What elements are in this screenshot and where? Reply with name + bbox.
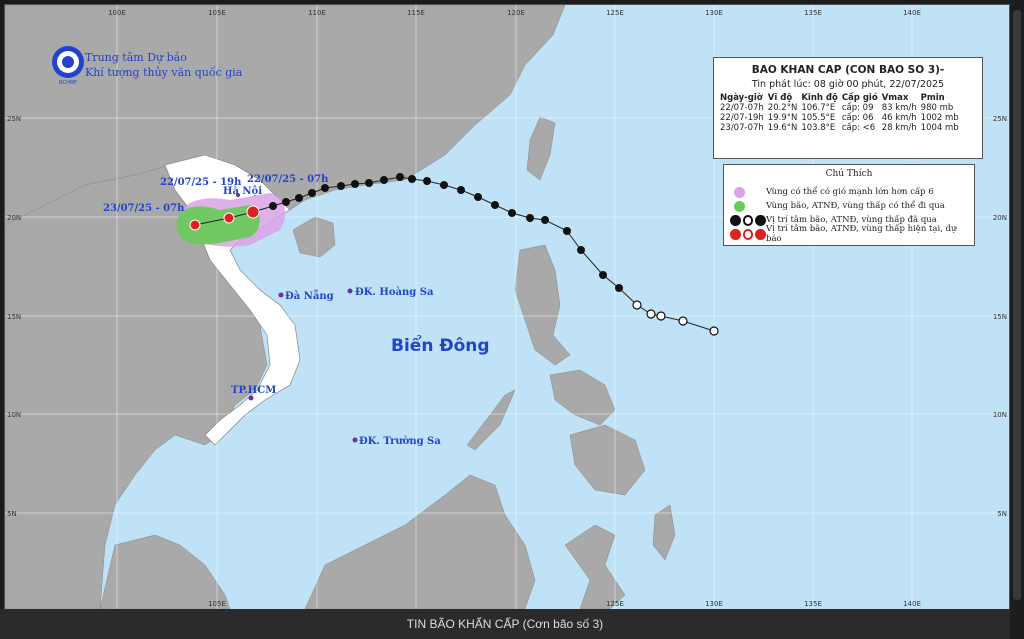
legend-item-wind: Vùng có thể có gió mạnh lớn hơn cấp 6 bbox=[730, 185, 934, 199]
cell: 19.6°N bbox=[767, 123, 798, 133]
hoang-sa-dot bbox=[347, 288, 353, 294]
table-row: 22/07-19h 19.9°N 105.5°E cấp: 06 46 km/h… bbox=[720, 113, 963, 123]
label-bien-dong: Biển Đông bbox=[391, 334, 490, 356]
da-nang-dot bbox=[278, 292, 284, 298]
legend-label: Vùng có thể có gió mạnh lớn hơn cấp 6 bbox=[766, 187, 934, 197]
cell: 19.9°N bbox=[767, 113, 798, 123]
header-time: Ngày-giờ bbox=[720, 93, 763, 103]
table-row: 22/07-07h 20.2°N 106.7°E cấp: 09 83 km/h… bbox=[720, 103, 963, 113]
legend-label: Vùng bão, ATNĐ, vùng thấp có thể đi qua bbox=[766, 201, 945, 211]
cell: cấp: <6 bbox=[841, 123, 876, 133]
lon-label-bottom-105: 105E bbox=[208, 600, 226, 608]
lon-label-bottom-130: 130E bbox=[705, 600, 723, 608]
forecast-symbols-icon bbox=[730, 228, 767, 240]
lat-label-20-right: 20N bbox=[993, 214, 1007, 222]
forecast-point-19h bbox=[223, 212, 235, 224]
scrollbar-thumb[interactable] bbox=[1013, 10, 1021, 600]
lon-label-bottom-135: 135E bbox=[804, 600, 822, 608]
label-tphcm: TP.HCM bbox=[231, 385, 276, 396]
bulletin-title: BAO KHAN CAP (CON BAO SO 3)- bbox=[751, 64, 945, 76]
lat-label-25-right: 25N bbox=[993, 115, 1007, 123]
legend-box: Chú Thích Vùng có thể có gió mạnh lớn hơ… bbox=[723, 164, 975, 246]
lat-label-5-right: 5N bbox=[997, 510, 1007, 518]
image-viewer: 100E 105E 110E 115E 120E 125E 130E 135E … bbox=[0, 0, 1024, 639]
lat-label-15-left: 15N bbox=[7, 313, 21, 321]
forecast-point-current bbox=[246, 205, 260, 219]
label-forecast-19h: 22/07/25 - 19h bbox=[160, 177, 242, 188]
lon-label-110: 110E bbox=[308, 9, 326, 17]
header-wind-level: Cấp gió bbox=[841, 93, 878, 103]
lon-label-100: 100E bbox=[108, 9, 126, 17]
lon-label-125: 125E bbox=[606, 9, 624, 17]
truong-sa-dot bbox=[352, 437, 358, 443]
header-pmin: Pmin bbox=[920, 93, 945, 103]
bulletin-header-row: Ngày-giờ Vĩ độ Kinh độ Cấp gió Vmax Pmin bbox=[720, 93, 963, 103]
header-lat: Vĩ độ bbox=[767, 93, 793, 103]
bulletin-box: BAO KHAN CAP (CON BAO SO 3)- Tin phát lú… bbox=[713, 57, 983, 159]
legend-item-zone: Vùng bão, ATNĐ, vùng thấp có thể đi qua bbox=[730, 199, 945, 213]
lat-label-5-left: 5N bbox=[7, 510, 17, 518]
cell: 23/07-07h bbox=[720, 123, 764, 133]
cell: 1004 mb bbox=[920, 123, 959, 133]
lon-label-130: 130E bbox=[705, 9, 723, 17]
lat-label-10-right: 10N bbox=[993, 411, 1007, 419]
logo-badge: NCHMF bbox=[59, 80, 77, 86]
lat-label-15-right: 15N bbox=[993, 313, 1007, 321]
table-row: 23/07-07h 19.6°N 103.8°E cấp: <6 28 km/h… bbox=[720, 123, 963, 133]
lat-label-10-left: 10N bbox=[7, 411, 21, 419]
legend-title: Chú Thích bbox=[825, 169, 873, 179]
vertical-scrollbar[interactable] bbox=[1010, 0, 1024, 639]
cell: 106.7°E bbox=[801, 103, 836, 113]
bulletin-issued: Tin phát lúc: 08 giờ 00 phút, 22/07/2025 bbox=[751, 79, 945, 90]
lon-label-105: 105E bbox=[208, 9, 226, 17]
legend-item-forecast: Vị trí tâm bão, ATNĐ, vùng thấp hiện tại… bbox=[730, 224, 974, 244]
lat-label-25-left: 25N bbox=[7, 115, 21, 123]
lon-label-135: 135E bbox=[804, 9, 822, 17]
bulletin-table: Ngày-giờ Vĩ độ Kinh độ Cấp gió Vmax Pmin… bbox=[720, 93, 963, 133]
lat-label-20-left: 20N bbox=[7, 214, 21, 222]
caption-bar: TIN BÃO KHẨN CẤP (Cơn bão số 3) bbox=[0, 609, 1024, 639]
cell: 105.5°E bbox=[801, 113, 836, 123]
cell: 22/07-19h bbox=[720, 113, 764, 123]
cell: 103.8°E bbox=[801, 123, 836, 133]
tphcm-dot bbox=[248, 395, 254, 401]
agency-line-1: Trung tâm Dự báo bbox=[85, 51, 187, 64]
forecast-point-23-07h bbox=[189, 219, 201, 231]
lon-label-115: 115E bbox=[407, 9, 425, 17]
past-symbols-icon bbox=[730, 214, 767, 226]
track-zone-swatch-icon bbox=[734, 200, 745, 212]
image-caption: TIN BÃO KHẨN CẤP (Cơn bão số 3) bbox=[406, 617, 604, 631]
label-forecast-07h: 22/07/25 - 07h bbox=[247, 174, 329, 185]
cell: 46 km/h bbox=[881, 113, 917, 123]
label-forecast-23-07h: 23/07/25 - 07h bbox=[103, 203, 185, 214]
lon-label-bottom-125: 125E bbox=[606, 600, 624, 608]
label-truong-sa: ĐK. Trường Sa bbox=[359, 436, 441, 447]
label-hoang-sa: ĐK. Hoàng Sa bbox=[355, 287, 434, 298]
wind-zone-swatch-icon bbox=[734, 186, 745, 198]
agency-line-2: Khí tượng thủy văn quốc gia bbox=[85, 66, 243, 79]
legend-label: Vị trí tâm bão, ATNĐ, vùng thấp hiện tại… bbox=[766, 224, 957, 244]
cell: 20.2°N bbox=[767, 103, 798, 113]
cell: 22/07-07h bbox=[720, 103, 764, 113]
label-da-nang: Đà Nẵng bbox=[285, 290, 334, 302]
cell: 980 mb bbox=[920, 103, 954, 113]
header-lon: Kinh độ bbox=[801, 93, 838, 103]
agency-name: Trung tâm Dự báo Khí tượng thủy văn quốc… bbox=[85, 50, 242, 80]
cell: cấp: 09 bbox=[841, 103, 874, 113]
cell: cấp: 06 bbox=[841, 113, 874, 123]
header-vmax: Vmax bbox=[881, 93, 909, 103]
lon-label-120: 120E bbox=[507, 9, 525, 17]
cell: 28 km/h bbox=[881, 123, 917, 133]
lon-label-bottom-140: 140E bbox=[903, 600, 921, 608]
lon-label-140: 140E bbox=[903, 9, 921, 17]
cell: 83 km/h bbox=[881, 103, 917, 113]
cell: 1002 mb bbox=[920, 113, 959, 123]
